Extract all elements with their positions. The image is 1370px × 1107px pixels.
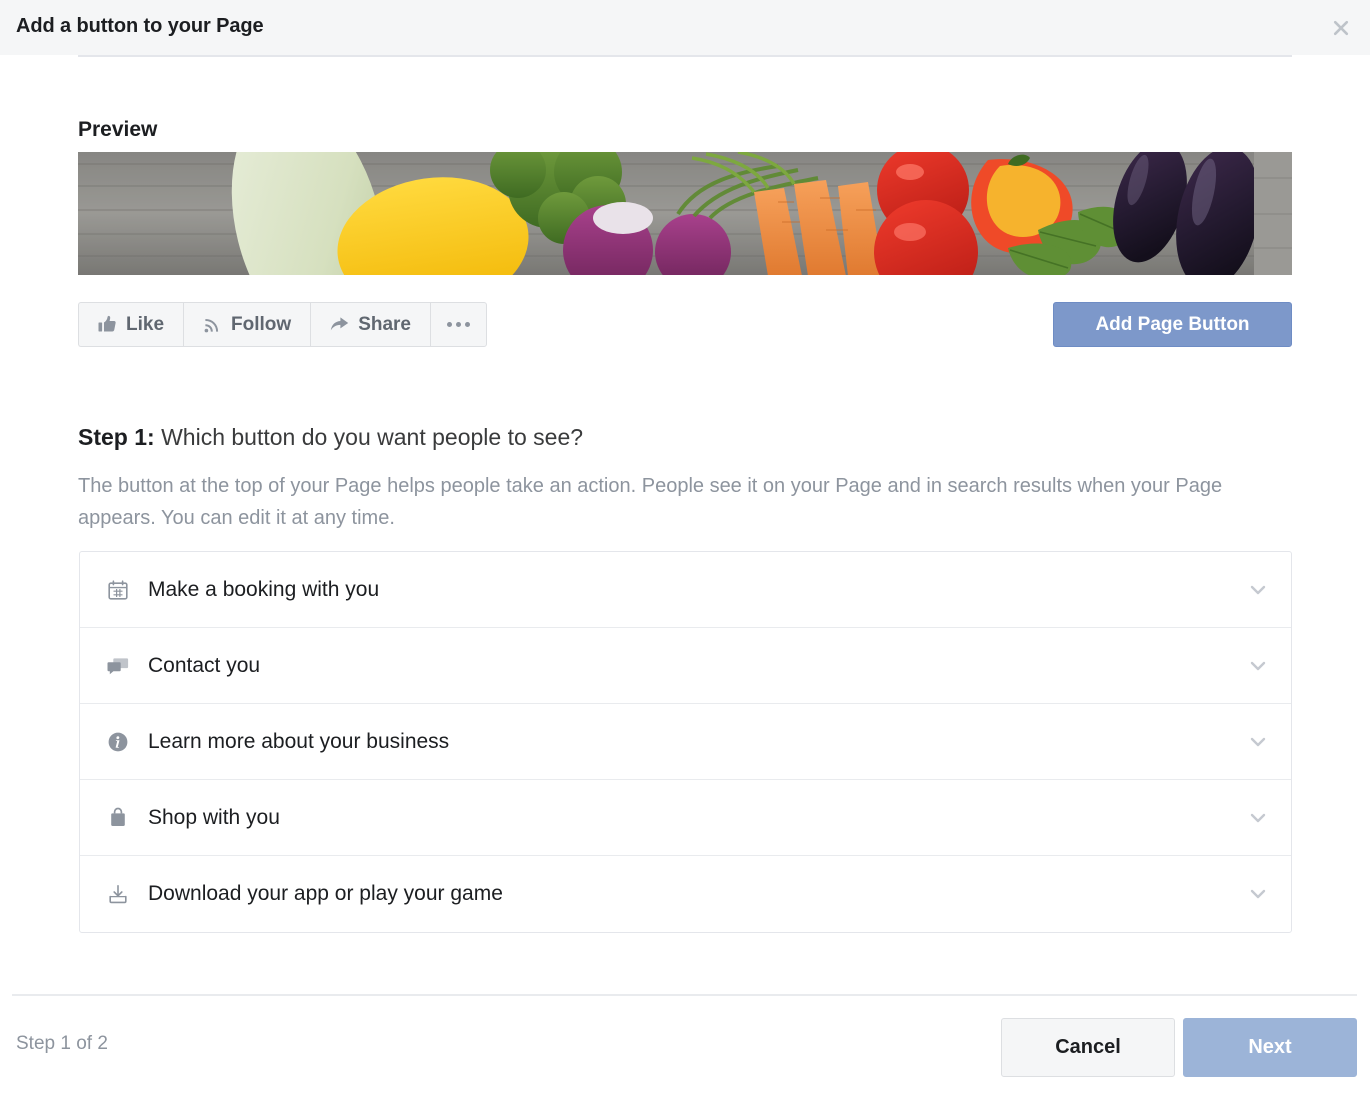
step-counter: Step 1 of 2 — [16, 1033, 108, 1054]
dialog-header: Add a button to your Page — [0, 0, 1370, 55]
close-icon — [1331, 18, 1351, 38]
option-label: Download your app or play your game — [148, 882, 503, 905]
follow-button-label: Follow — [231, 313, 292, 335]
follow-button[interactable]: Follow — [183, 302, 311, 347]
cancel-button[interactable]: Cancel — [1001, 1018, 1175, 1077]
add-page-button[interactable]: Add Page Button — [1053, 302, 1292, 347]
preview-action-bar: Like Follow Share — [78, 302, 487, 347]
chevron-down-icon[interactable] — [1247, 579, 1269, 601]
chevron-down-icon[interactable] — [1247, 807, 1269, 829]
thumbs-up-icon — [98, 315, 117, 334]
shopping-bag-icon — [107, 807, 133, 829]
share-arrow-icon — [330, 315, 349, 334]
share-button-label: Share — [358, 313, 411, 335]
option-row-shop-with-you[interactable]: Shop with you — [80, 780, 1291, 856]
dialog-body: Preview Like Follow Share Add Page Butto… — [0, 57, 1370, 994]
option-label: Learn more about your business — [148, 729, 450, 753]
option-row-make-a-booking[interactable]: Make a booking with you — [80, 552, 1291, 628]
close-button[interactable] — [1326, 13, 1356, 43]
option-label: Shop with you — [148, 805, 280, 829]
chevron-down-icon[interactable] — [1247, 655, 1269, 677]
button-option-list: Make a booking with you Contact you Lear… — [79, 551, 1292, 933]
option-row-download-app[interactable]: Download your app or play your game — [80, 856, 1291, 932]
like-button[interactable]: Like — [78, 302, 184, 347]
add-page-button-dialog: Add a button to your Page Preview Like F… — [0, 0, 1370, 1107]
next-button[interactable]: Next — [1183, 1018, 1357, 1077]
footer-divider — [12, 994, 1357, 996]
option-label: Make a booking with you — [148, 577, 380, 601]
more-options-button[interactable] — [430, 302, 487, 347]
preview-heading: Preview — [78, 118, 158, 141]
ellipsis-icon — [447, 322, 470, 327]
share-button[interactable]: Share — [310, 302, 430, 347]
option-row-contact-you[interactable]: Contact you — [80, 628, 1291, 704]
download-icon — [107, 883, 133, 905]
calendar-icon — [107, 579, 133, 601]
step-heading-rest: Which button do you want people to see? — [154, 424, 584, 450]
info-circle-icon — [107, 731, 133, 753]
option-row-learn-more[interactable]: Learn more about your business — [80, 704, 1291, 780]
step-heading: Step 1: Which button do you want people … — [78, 424, 583, 451]
like-button-label: Like — [126, 313, 165, 335]
cover-photo — [78, 152, 1292, 275]
rss-signal-icon — [203, 315, 222, 334]
chevron-down-icon[interactable] — [1247, 883, 1269, 905]
chevron-down-icon[interactable] — [1247, 731, 1269, 753]
step-heading-lead: Step 1: — [78, 424, 155, 450]
option-label: Contact you — [148, 653, 261, 677]
speech-bubbles-icon — [107, 655, 133, 677]
dialog-title: Add a button to your Page — [16, 15, 264, 37]
step-description: The button at the top of your Page helps… — [78, 475, 1223, 529]
